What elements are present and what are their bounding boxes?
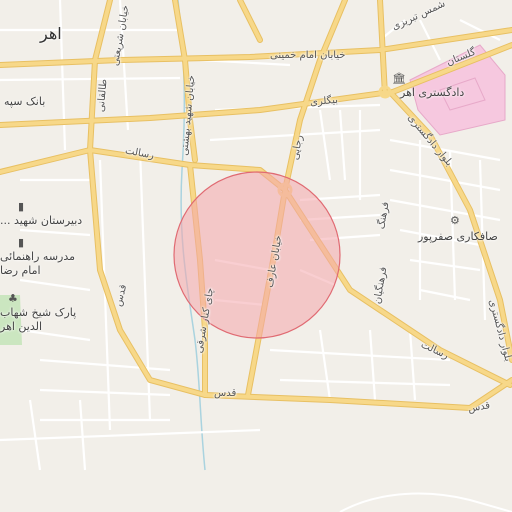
poi-bank[interactable]: بانک سپه: [4, 95, 45, 108]
map-canvas: [0, 0, 512, 512]
street-label-imam-khomeini: خیابان امام خمینی: [270, 50, 346, 61]
carwash-icon[interactable]: ⚙: [450, 214, 460, 227]
school-icon-2[interactable]: ▮: [18, 236, 24, 249]
map-view[interactable]: اهر خیابان امام خمینی بیگلری رسالت رسالت…: [0, 0, 512, 512]
poi-park[interactable]: پارک شیخ شهاب: [0, 306, 76, 319]
park-icon[interactable]: ♣: [8, 292, 18, 305]
poi-school2b: امام رضا: [0, 264, 41, 277]
school-icon[interactable]: ▮: [18, 200, 24, 213]
southern-line: [339, 492, 512, 512]
street-label-qods-s: قدس: [214, 388, 237, 399]
museum-icon[interactable]: 🏛: [392, 72, 406, 85]
city-label: اهر: [40, 24, 62, 43]
poi-school2[interactable]: مدرسه راهنمائی: [0, 250, 75, 263]
highlight-circle: [173, 171, 341, 339]
poi-school1[interactable]: دبیرستان شهید ...: [0, 214, 82, 227]
poi-carwash[interactable]: صافکاری صفرپور: [418, 230, 498, 243]
poi-park2: الدین اهر: [0, 320, 43, 333]
poi-dadgostari[interactable]: دادگستری اهر: [400, 86, 464, 99]
